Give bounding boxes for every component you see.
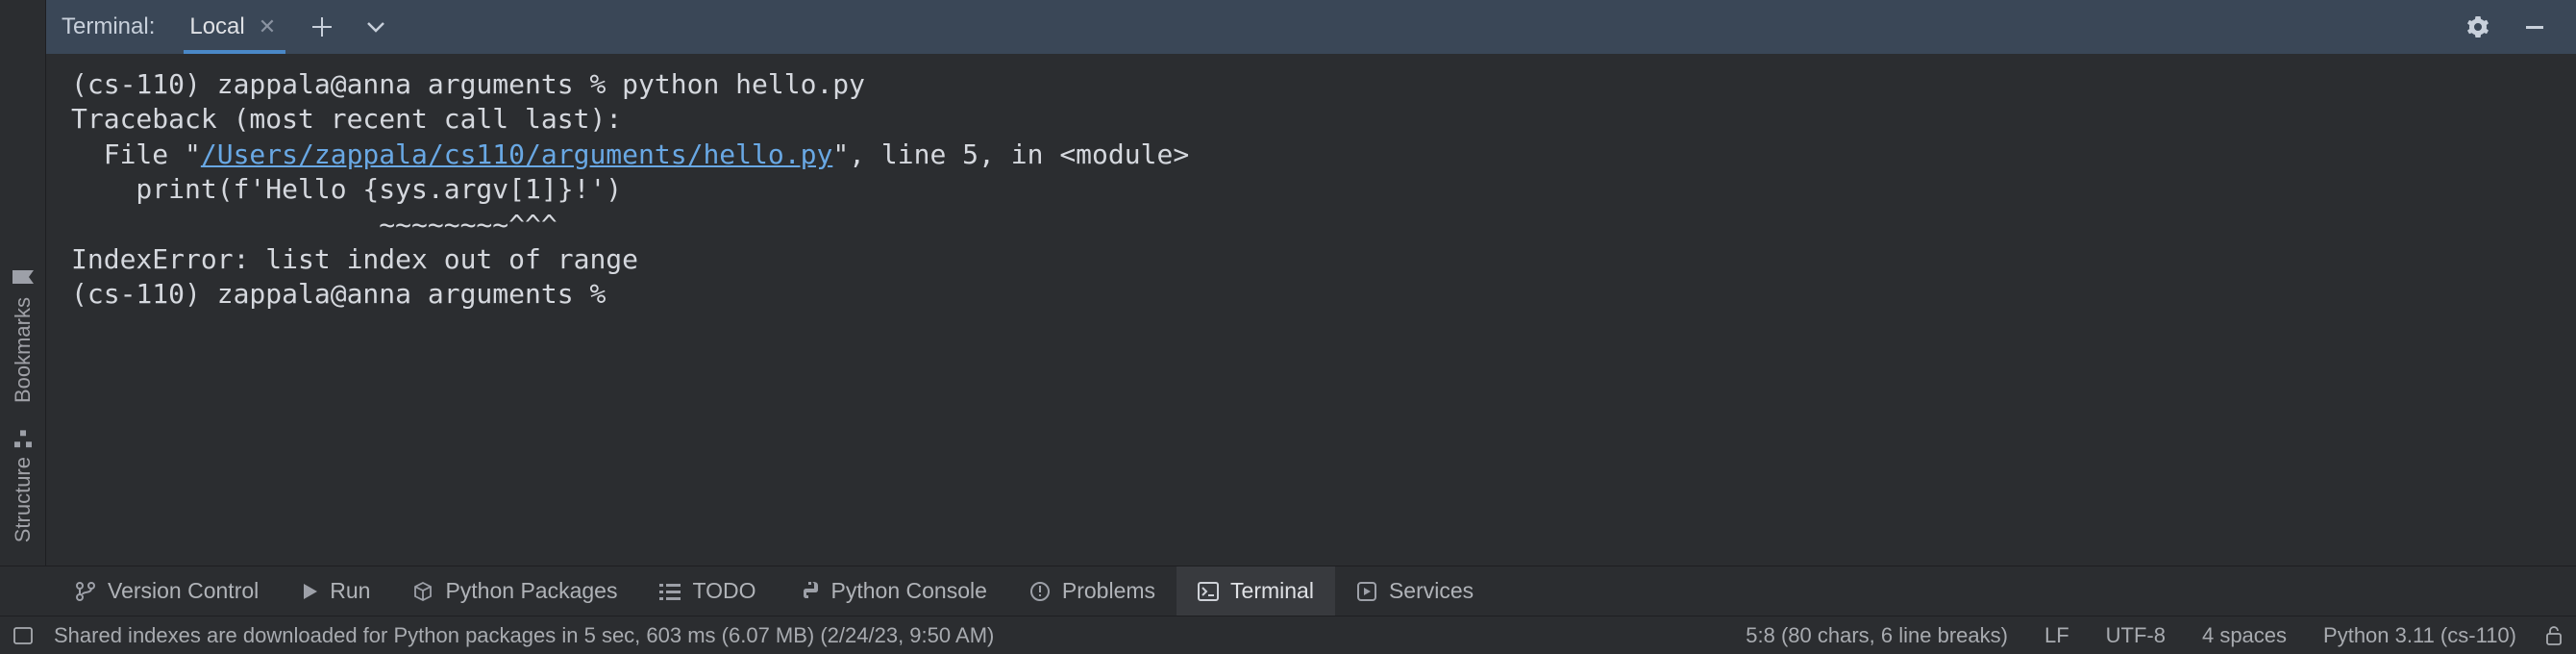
traceback-header: Traceback (most recent call last): xyxy=(71,103,622,135)
tab-label: Version Control xyxy=(108,578,259,604)
bookmark-icon xyxy=(12,268,34,286)
bookmarks-tool-button[interactable]: Bookmarks xyxy=(11,253,36,416)
services-icon xyxy=(1356,581,1377,602)
prompt-line: (cs-110) zappala@anna arguments % python… xyxy=(71,68,865,100)
cursor-position[interactable]: 5:8 (80 chars, 6 line breaks) xyxy=(1738,623,2016,648)
tab-run[interactable]: Run xyxy=(280,566,391,616)
lock-icon[interactable] xyxy=(2545,626,2563,645)
traceback-caret-line: ~~~~~~~~^^^ xyxy=(71,209,557,240)
terminal-title: Terminal: xyxy=(62,13,172,40)
terminal-tab-label: Local xyxy=(189,13,244,40)
tab-label: Python Console xyxy=(831,578,987,604)
traceback-code-line: print(f'Hello {sys.argv[1]}!') xyxy=(71,173,622,205)
python-icon xyxy=(799,581,820,602)
settings-button[interactable] xyxy=(2451,15,2505,38)
bottom-tool-tabs: Version Control Run Python Packages TODO… xyxy=(0,566,2576,616)
tab-problems[interactable]: Problems xyxy=(1008,566,1177,616)
tab-label: Services xyxy=(1389,578,1474,604)
tab-python-console[interactable]: Python Console xyxy=(778,566,1008,616)
python-interpreter[interactable]: Python 3.11 (cs-110) xyxy=(2316,623,2524,648)
line-separator[interactable]: LF xyxy=(2037,623,2077,648)
problems-icon xyxy=(1029,581,1051,602)
play-icon xyxy=(301,583,318,600)
tab-label: Terminal xyxy=(1230,578,1314,604)
structure-label: Structure xyxy=(11,457,36,542)
status-bar: Shared indexes are downloaded for Python… xyxy=(0,616,2576,654)
tab-label: TODO xyxy=(692,578,755,604)
tab-python-packages[interactable]: Python Packages xyxy=(391,566,638,616)
file-encoding[interactable]: UTF-8 xyxy=(2098,623,2173,648)
close-icon[interactable]: ✕ xyxy=(255,14,280,39)
tab-todo[interactable]: TODO xyxy=(638,566,777,616)
terminal-header: Terminal: Local ✕ xyxy=(46,0,2576,54)
error-line: IndexError: list index out of range xyxy=(71,243,638,275)
tab-services[interactable]: Services xyxy=(1335,566,1495,616)
tab-terminal[interactable]: Terminal xyxy=(1177,566,1335,616)
tab-label: Problems xyxy=(1062,578,1155,604)
structure-icon xyxy=(14,430,32,447)
structure-tool-button[interactable]: Structure xyxy=(11,416,36,556)
terminal-tab-local[interactable]: Local ✕ xyxy=(176,0,293,54)
tab-label: Run xyxy=(330,578,370,604)
tab-dropdown-button[interactable] xyxy=(351,20,401,34)
status-message[interactable]: Shared indexes are downloaded for Python… xyxy=(46,623,1002,648)
terminal-icon xyxy=(1198,582,1219,601)
packages-icon xyxy=(412,581,433,602)
bookmarks-label: Bookmarks xyxy=(11,297,36,403)
todo-icon xyxy=(659,583,681,600)
branch-icon xyxy=(75,581,96,602)
prompt-line-2: (cs-110) zappala@anna arguments % xyxy=(71,278,622,310)
left-tool-gutter: Bookmarks Structure xyxy=(0,0,46,566)
terminal-output[interactable]: (cs-110) zappala@anna arguments % python… xyxy=(46,54,2576,566)
tab-version-control[interactable]: Version Control xyxy=(54,566,280,616)
tab-label: Python Packages xyxy=(445,578,617,604)
file-link[interactable]: /Users/zappala/cs110/arguments/hello.py xyxy=(201,138,832,170)
minimize-button[interactable] xyxy=(2509,16,2561,38)
indent-setting[interactable]: 4 spaces xyxy=(2194,623,2294,648)
traceback-file-line: File "/Users/zappala/cs110/arguments/hel… xyxy=(71,138,1189,170)
status-rect-icon[interactable] xyxy=(13,627,33,644)
new-tab-button[interactable] xyxy=(297,17,347,37)
